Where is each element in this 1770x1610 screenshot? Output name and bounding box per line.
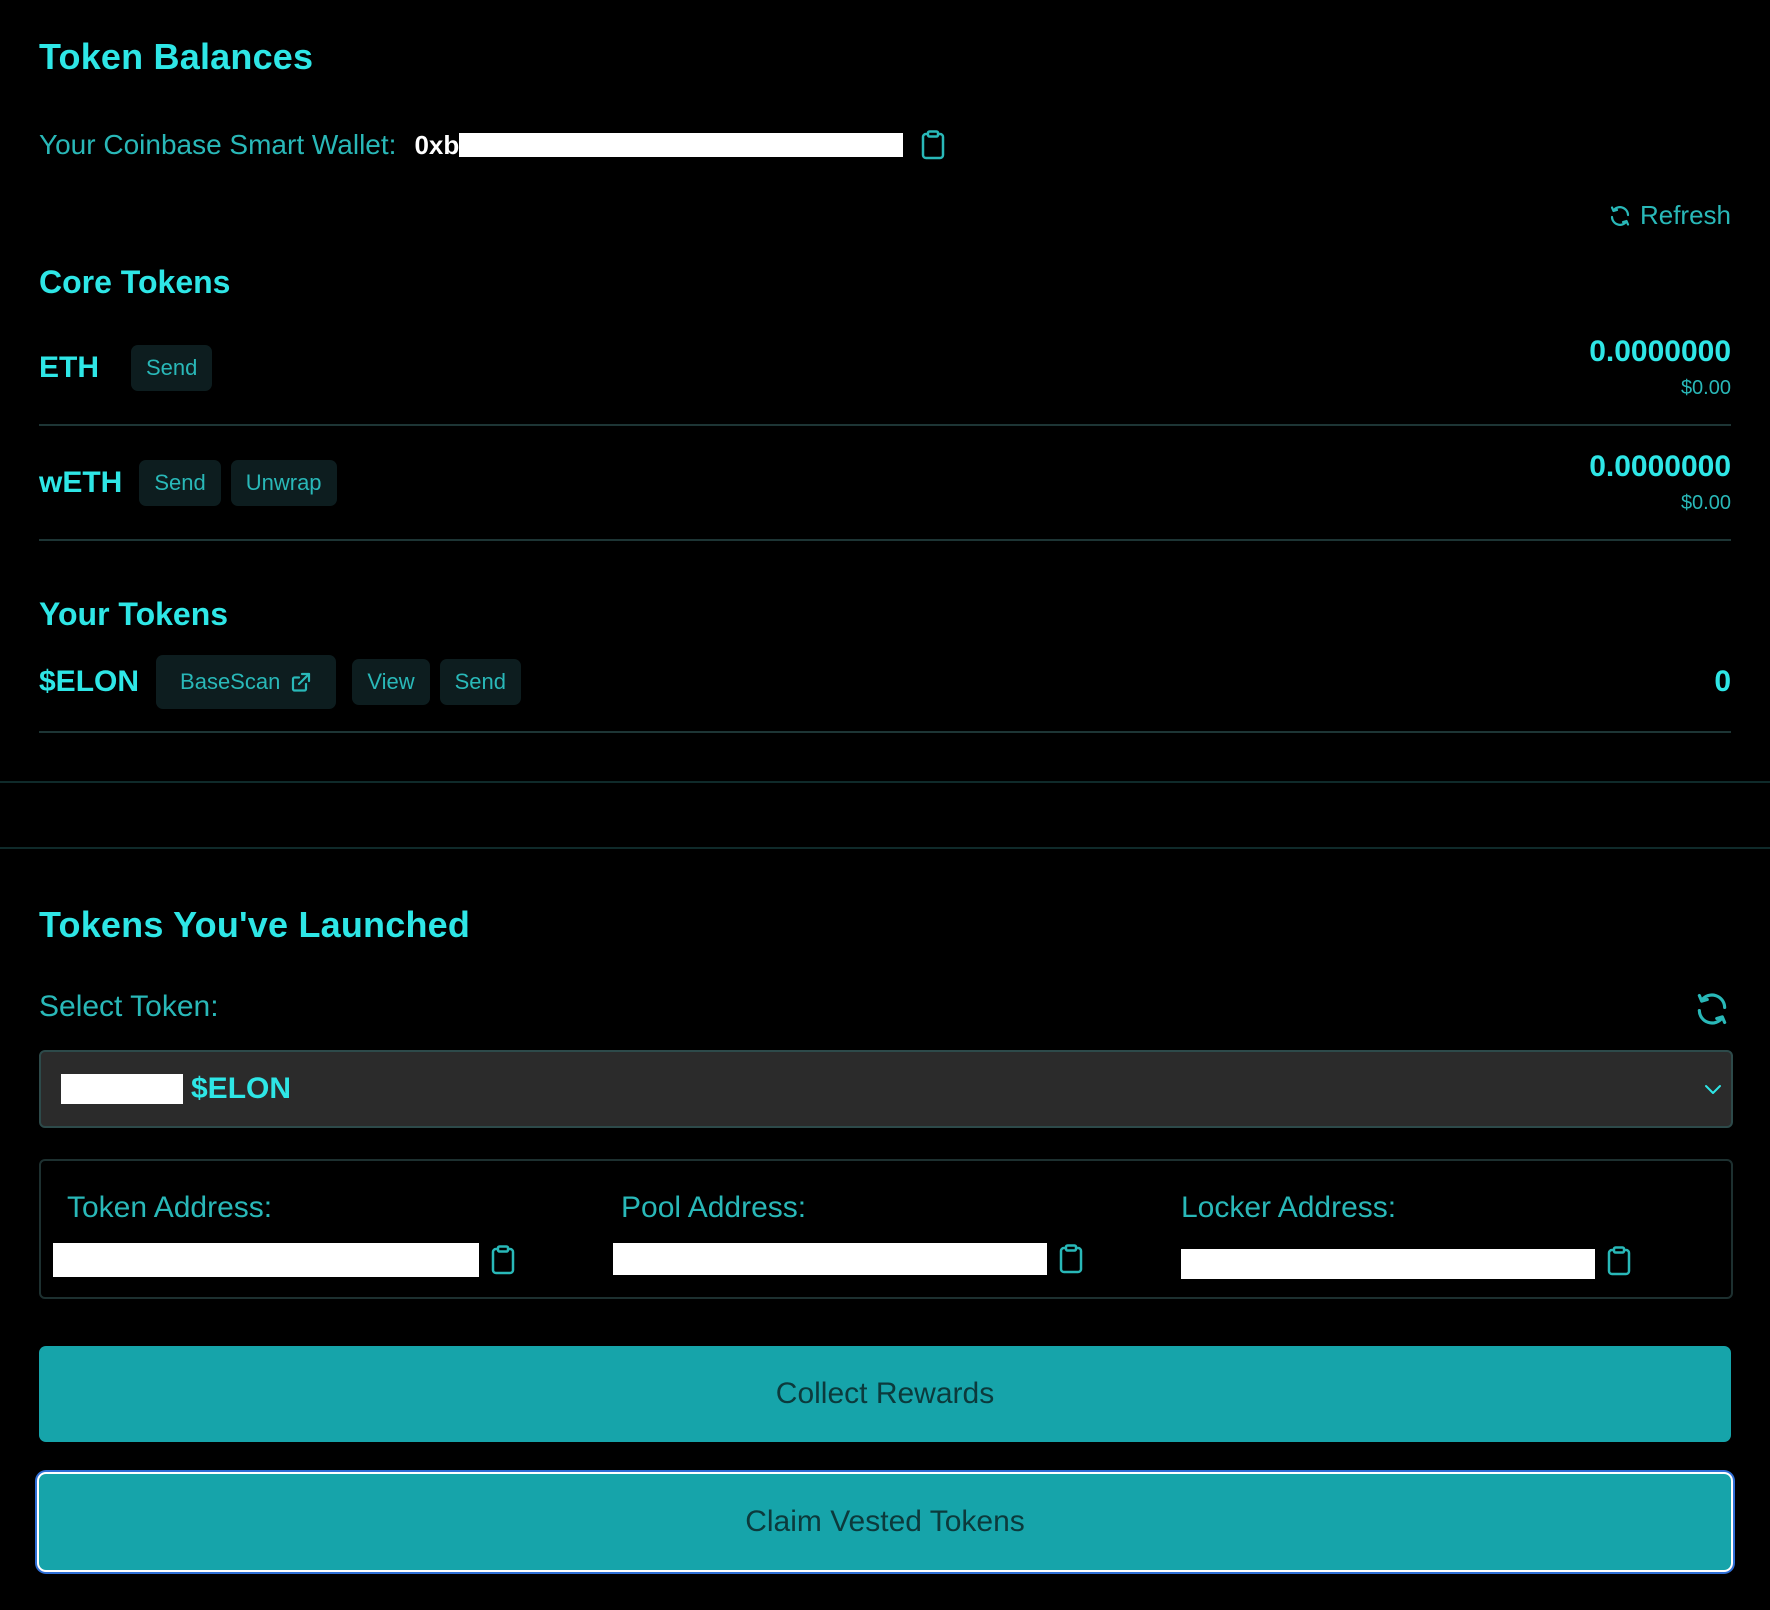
token-usd-value: $0.00 — [1680, 377, 1731, 399]
your-tokens-title: Your Tokens — [39, 596, 229, 632]
basescan-link[interactable]: BaseScan — [156, 654, 337, 709]
token-balances-title: Token Balances — [39, 36, 314, 77]
copy-locker-address-button[interactable] — [1607, 1246, 1631, 1276]
token-symbol: wETH — [39, 465, 123, 499]
token-address-redacted — [53, 1243, 479, 1277]
pool-address-group: Pool Address: — [613, 1191, 1083, 1275]
wallet-label: Your Coinbase Smart Wallet: — [39, 129, 397, 160]
token-amount: 0.0000000 — [1589, 450, 1731, 483]
section-divider-top — [0, 781, 1770, 783]
token-amount: 0.0000000 — [1589, 335, 1731, 368]
token-usd-value: $0.00 — [1680, 492, 1731, 514]
collect-rewards-button[interactable]: Collect Rewards — [39, 1346, 1731, 1442]
wallet-address-prefix: 0xb — [414, 129, 460, 160]
token-row-eth: ETH Send 0.0000000 $0.00 — [39, 311, 1731, 426]
refresh-label: Refresh — [1639, 200, 1731, 230]
clipboard-icon — [491, 1245, 515, 1275]
token-amount: 0 — [1714, 664, 1731, 698]
locker-address-group: Locker Address: — [1181, 1191, 1631, 1279]
token-row-weth: wETH Send Unwrap 0.0000000 $0.00 — [39, 426, 1731, 541]
locker-address-redacted — [1181, 1249, 1595, 1279]
copy-pool-address-button[interactable] — [1059, 1244, 1083, 1274]
token-symbol: $ELON — [39, 664, 140, 698]
token-row-elon: $ELON BaseScan View Send 0 — [39, 632, 1731, 733]
locker-address-label: Locker Address: — [1181, 1191, 1397, 1224]
refresh-icon — [1697, 993, 1727, 1025]
refresh-button[interactable]: Refresh — [1608, 200, 1731, 231]
copy-wallet-button[interactable] — [921, 130, 945, 160]
launched-title: Tokens You've Launched — [39, 904, 471, 945]
token-symbol: ETH — [39, 350, 99, 384]
token-address-label: Token Address: — [67, 1191, 273, 1224]
send-eth-button[interactable]: Send — [131, 344, 213, 391]
clipboard-icon — [922, 130, 945, 160]
wallet-address-redacted — [459, 132, 904, 157]
eth-balance: 0.0000000 $0.00 — [1589, 335, 1731, 400]
unwrap-weth-button[interactable]: Unwrap — [230, 459, 337, 506]
copy-token-address-button[interactable] — [491, 1245, 515, 1275]
elon-balance: 0 — [1714, 665, 1731, 699]
claim-vested-tokens-button[interactable]: Claim Vested Tokens — [39, 1474, 1731, 1570]
token-address-group: Token Address: — [53, 1191, 515, 1277]
refresh-icon — [1610, 205, 1630, 226]
pool-address-label: Pool Address: — [621, 1191, 807, 1224]
pool-address-redacted — [613, 1243, 1047, 1275]
wallet-row: Your Coinbase Smart Wallet: 0xb — [39, 125, 945, 165]
clipboard-icon — [1607, 1246, 1631, 1276]
reload-tokens-button[interactable] — [1693, 990, 1731, 1028]
token-select[interactable]: $ELON — [39, 1050, 1733, 1128]
weth-balance: 0.0000000 $0.00 — [1589, 450, 1731, 515]
chevron-down-icon — [1705, 1085, 1721, 1094]
view-token-button[interactable]: View — [352, 658, 430, 705]
core-tokens-title: Core Tokens — [39, 264, 231, 300]
address-panel: Token Address: Pool Address: Locker Addr… — [39, 1159, 1733, 1299]
section-divider-bottom — [0, 847, 1770, 849]
wallet-address: 0xb — [414, 129, 904, 161]
send-token-button[interactable]: Send — [439, 658, 522, 705]
send-weth-button[interactable]: Send — [139, 459, 221, 506]
token-name-redacted — [61, 1074, 183, 1104]
external-link-icon — [292, 672, 311, 692]
select-token-label: Select Token: — [39, 990, 219, 1023]
clipboard-icon — [1059, 1244, 1083, 1274]
selected-token: $ELON — [191, 1072, 292, 1105]
basescan-label: BaseScan — [180, 668, 281, 694]
